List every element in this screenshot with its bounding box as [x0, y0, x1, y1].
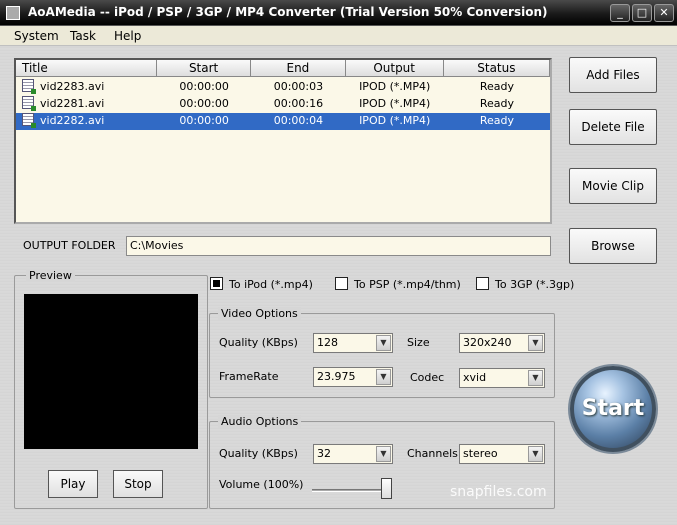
volume-slider-thumb[interactable]	[381, 478, 392, 499]
column-status[interactable]: Status	[443, 60, 550, 77]
volume-label: Volume (100%)	[219, 478, 304, 491]
maximize-button[interactable]: □	[632, 4, 652, 22]
movie-clip-button[interactable]: Movie Clip	[569, 168, 657, 204]
watermark: snapfiles.com	[450, 484, 547, 500]
row-status: Ready	[479, 97, 514, 110]
channels-label: Channels	[407, 447, 458, 460]
delete-file-button[interactable]: Delete File	[569, 109, 657, 145]
chevron-down-icon: ▼	[528, 370, 543, 386]
3gp-label: To 3GP (*.3gp)	[495, 278, 575, 291]
framerate-select[interactable]: 23.975 ▼	[313, 367, 393, 387]
size-select[interactable]: 320x240 ▼	[459, 333, 545, 353]
table-row[interactable]: vid2281.avi 00:00:00 00:00:16 IPOD (*.MP…	[16, 96, 550, 113]
codec-label: Codec	[410, 371, 445, 384]
audio-quality-select[interactable]: 32 ▼	[313, 444, 393, 464]
row-start: 00:00:00	[179, 114, 229, 127]
chevron-down-icon: ▼	[376, 446, 391, 462]
video-quality-select[interactable]: 128 ▼	[313, 333, 393, 353]
ipod-checkbox[interactable]	[210, 277, 223, 290]
codec-select[interactable]: xvid ▼	[459, 368, 545, 388]
minimize-button[interactable]: _	[610, 4, 630, 22]
file-list[interactable]: Title Start End Output Status vid2283.av…	[14, 58, 552, 224]
3gp-checkbox[interactable]	[476, 277, 489, 290]
video-file-icon	[22, 113, 36, 128]
start-button[interactable]: Start	[570, 366, 656, 452]
audio-options-label: Audio Options	[218, 415, 302, 428]
row-start: 00:00:00	[179, 97, 229, 110]
video-quality-label: Quality (KBps)	[219, 336, 298, 349]
chevron-down-icon: ▼	[376, 335, 391, 351]
row-end: 00:00:16	[273, 97, 324, 110]
column-end[interactable]: End	[251, 60, 346, 77]
channels-select[interactable]: stereo ▼	[459, 444, 545, 464]
preview-label: Preview	[26, 269, 75, 282]
add-files-button[interactable]: Add Files	[569, 57, 657, 93]
output-folder-input[interactable]: C:\Movies	[126, 236, 551, 256]
play-button[interactable]: Play	[48, 470, 98, 498]
app-icon	[6, 6, 20, 20]
row-title: vid2281.avi	[40, 97, 105, 110]
row-end: 00:00:04	[273, 114, 324, 127]
table-row[interactable]: vid2283.avi 00:00:00 00:00:03 IPOD (*.MP…	[16, 79, 550, 96]
table-row-selected[interactable]: vid2282.avi 00:00:00 00:00:04 IPOD (*.MP…	[16, 113, 550, 130]
row-status: Ready	[479, 80, 514, 93]
row-title: vid2282.avi	[40, 114, 105, 127]
row-end: 00:00:03	[273, 80, 324, 93]
stop-button[interactable]: Stop	[113, 470, 163, 498]
video-file-icon	[22, 96, 36, 111]
row-output: IPOD (*.MP4)	[359, 114, 431, 127]
chevron-down-icon: ▼	[528, 335, 543, 351]
menu-help[interactable]: Help	[114, 29, 141, 43]
audio-quality-label: Quality (KBps)	[219, 447, 298, 460]
column-output[interactable]: Output	[345, 60, 444, 77]
row-start: 00:00:00	[179, 80, 229, 93]
volume-slider-track[interactable]	[312, 489, 392, 492]
row-output: IPOD (*.MP4)	[359, 80, 431, 93]
menu-system[interactable]: System	[14, 29, 59, 43]
menu-bar: System Task Help	[0, 26, 677, 46]
start-button-label: Start	[581, 396, 645, 421]
window-title: AoAMedia -- iPod / PSP / 3GP / MP4 Conve…	[28, 5, 548, 19]
psp-checkbox[interactable]	[335, 277, 348, 290]
file-list-header: Title Start End Output Status	[16, 60, 550, 77]
framerate-label: FrameRate	[219, 370, 279, 383]
browse-button[interactable]: Browse	[569, 228, 657, 264]
menu-task[interactable]: Task	[70, 29, 96, 43]
column-title[interactable]: Title	[16, 60, 157, 77]
preview-screen	[24, 294, 198, 449]
column-start[interactable]: Start	[156, 60, 252, 77]
chevron-down-icon: ▼	[528, 446, 543, 462]
output-folder-label: OUTPUT FOLDER	[23, 239, 116, 252]
close-button[interactable]: ✕	[654, 4, 674, 22]
video-options-label: Video Options	[218, 307, 301, 320]
row-title: vid2283.avi	[40, 80, 105, 93]
video-file-icon	[22, 79, 36, 94]
ipod-label: To iPod (*.mp4)	[229, 278, 313, 291]
size-label: Size	[407, 336, 430, 349]
row-output: IPOD (*.MP4)	[359, 97, 431, 110]
psp-label: To PSP (*.mp4/thm)	[354, 278, 461, 291]
chevron-down-icon: ▼	[376, 369, 391, 385]
title-bar: AoAMedia -- iPod / PSP / 3GP / MP4 Conve…	[0, 0, 677, 26]
row-status: Ready	[479, 114, 514, 127]
